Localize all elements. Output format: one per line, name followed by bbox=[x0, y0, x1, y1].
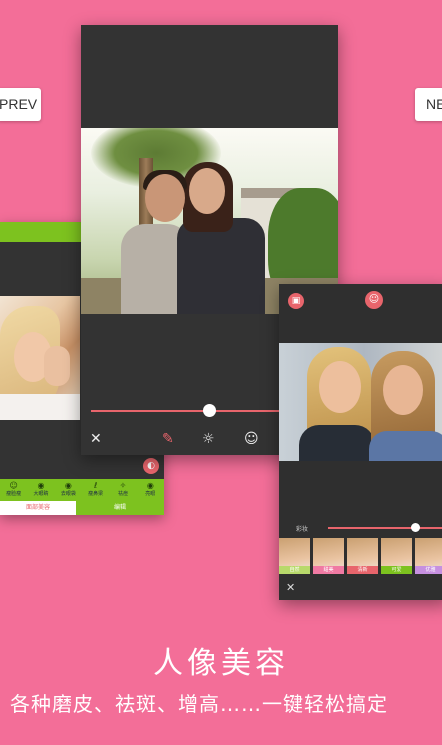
eye-icon: ◉ bbox=[37, 481, 45, 490]
page-subtitle: 各种磨皮、祛斑、增高……一键轻松搞定 bbox=[10, 692, 388, 716]
left-portrait-photo bbox=[0, 296, 80, 420]
tool-big-eye[interactable]: ◉ 大眼睛 bbox=[27, 479, 54, 501]
preset-thumb[interactable]: 甜美 bbox=[313, 538, 344, 574]
tool-face-slim[interactable]: ☺ 瘦脸瘦 bbox=[0, 479, 27, 501]
left-tool-bar: ☺ 瘦脸瘦 ◉ 大眼睛 ◉ 去眼袋 ℓ 瘦鼻梁 ✧ 祛痘 ◉ 亮眼 bbox=[0, 479, 164, 501]
preset-label: 自然 bbox=[279, 566, 310, 574]
right-phone-screen: ▣ ☺ 彩妆 自然 甜美 清新 可爱 优雅 ✕ bbox=[279, 284, 442, 600]
brightness-icon[interactable]: ☼ bbox=[202, 431, 215, 447]
close-icon[interactable]: ✕ bbox=[286, 581, 295, 594]
tool-label: 祛痘 bbox=[117, 491, 128, 497]
tool-label: 大眼睛 bbox=[33, 491, 49, 497]
face-slim-icon: ☺ bbox=[9, 481, 18, 490]
slider-thumb[interactable] bbox=[411, 523, 420, 532]
preset-label: 清新 bbox=[347, 566, 378, 574]
preset-thumb[interactable]: 自然 bbox=[279, 538, 310, 574]
prev-button[interactable]: PREV bbox=[0, 88, 41, 121]
tool-label: 瘦鼻梁 bbox=[88, 491, 104, 497]
makeup-presets: 自然 甜美 清新 可爱 优雅 bbox=[279, 538, 442, 574]
brush-icon[interactable]: ✎ bbox=[162, 431, 174, 447]
nose-icon: ℓ bbox=[93, 481, 98, 490]
preset-thumb[interactable]: 优雅 bbox=[415, 538, 442, 574]
preset-label: 优雅 bbox=[415, 566, 442, 574]
bright-eye-icon: ◉ bbox=[146, 481, 154, 490]
compare-icon[interactable]: ▣ bbox=[288, 293, 304, 309]
next-button[interactable]: NE bbox=[415, 88, 442, 121]
close-icon[interactable]: ✕ bbox=[90, 431, 102, 447]
makeup-icon[interactable]: ☺ bbox=[365, 291, 383, 309]
tool-nose[interactable]: ℓ 瘦鼻梁 bbox=[82, 479, 109, 501]
slider-thumb[interactable] bbox=[203, 404, 216, 417]
face-mask-icon[interactable]: ☺ bbox=[244, 431, 259, 447]
two-girls-photo bbox=[279, 343, 442, 461]
makeup-slider[interactable] bbox=[328, 527, 442, 529]
page-title: 人像美容 bbox=[153, 646, 289, 681]
tool-eye-bag[interactable]: ◉ 去眼袋 bbox=[55, 479, 82, 501]
preset-label: 甜美 bbox=[313, 566, 344, 574]
acne-icon: ✧ bbox=[119, 481, 127, 490]
preset-thumb[interactable]: 清新 bbox=[347, 538, 378, 574]
tool-label: 瘦脸瘦 bbox=[6, 491, 22, 497]
compare-icon[interactable]: ◐ bbox=[143, 458, 159, 474]
tool-bright-eye[interactable]: ◉ 亮眼 bbox=[137, 479, 164, 501]
left-tabs: 面部美容 编辑 bbox=[0, 501, 164, 515]
tool-label: 去眼袋 bbox=[60, 491, 76, 497]
eye-bag-icon: ◉ bbox=[64, 481, 72, 490]
tool-label: 亮眼 bbox=[145, 491, 156, 497]
slider-label: 彩妆 bbox=[296, 526, 309, 533]
tab-face-beauty[interactable]: 面部美容 bbox=[0, 501, 76, 515]
tab-edit[interactable]: 编辑 bbox=[76, 501, 164, 515]
tool-acne[interactable]: ✧ 祛痘 bbox=[109, 479, 136, 501]
preset-thumb[interactable]: 可爱 bbox=[381, 538, 412, 574]
preset-label: 可爱 bbox=[381, 566, 412, 574]
